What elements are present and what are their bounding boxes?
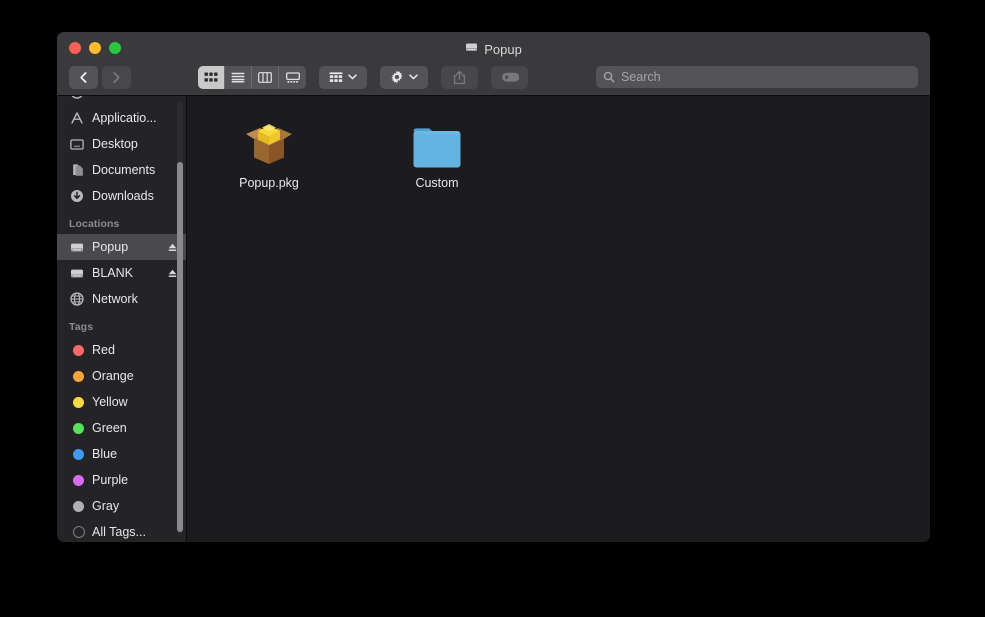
disk-icon	[69, 267, 85, 280]
sidebar-item-label: Desktop	[92, 137, 138, 151]
clock-icon	[69, 96, 85, 99]
gallery-view-button[interactable]	[279, 66, 306, 89]
sidebar-item-label: All Tags...	[92, 525, 146, 539]
chevron-down-icon	[348, 74, 357, 80]
search-field[interactable]: Search	[596, 66, 918, 88]
sidebar-tag-all-tags[interactable]: All Tags...	[57, 519, 186, 542]
sidebar-tag-gray[interactable]: Gray	[57, 493, 186, 519]
desktop-icon	[69, 138, 85, 151]
column-view-button[interactable]	[252, 65, 279, 89]
sidebar-scroll-content: Recents Applicatio...	[57, 96, 186, 542]
sidebar-item-label: Orange	[92, 369, 134, 383]
folder-icon	[411, 114, 463, 168]
view-mode-segmented-control	[198, 65, 306, 89]
gear-icon	[391, 70, 403, 84]
sidebar-item-recents[interactable]: Recents	[57, 96, 186, 105]
file-grid[interactable]: Popup.pkg Custom	[187, 96, 930, 542]
tag-dot-icon	[69, 500, 85, 512]
sidebar-item-downloads[interactable]: Downloads	[57, 183, 186, 209]
tag-dot-icon	[69, 474, 85, 486]
sidebar-tag-purple[interactable]: Purple	[57, 467, 186, 493]
tag-dot-icon	[69, 396, 85, 408]
sidebar-tag-orange[interactable]: Orange	[57, 363, 186, 389]
disk-drive-icon	[465, 41, 478, 57]
file-item-custom[interactable]: Custom	[381, 110, 493, 190]
sidebar-tag-red[interactable]: Red	[57, 337, 186, 363]
sidebar-item-label: Purple	[92, 473, 129, 487]
minimize-button[interactable]	[89, 42, 101, 54]
file-item-popup-pkg[interactable]: Popup.pkg	[213, 110, 325, 190]
grid-group-icon	[329, 71, 343, 82]
documents-icon	[69, 163, 85, 177]
sidebar-tag-blue[interactable]: Blue	[57, 441, 186, 467]
sidebar-item-label: Gray	[92, 499, 120, 513]
titlebar: Popup Search	[57, 32, 930, 96]
tag-dot-icon	[69, 422, 85, 434]
sidebar-item-label: Recents	[92, 96, 178, 99]
search-icon	[603, 71, 615, 83]
sidebar-tag-green[interactable]: Green	[57, 415, 186, 441]
search-input[interactable]: Search	[621, 70, 661, 84]
tag-icon	[501, 72, 519, 82]
sidebar-item-label: Red	[92, 343, 115, 357]
sidebar-item-blank[interactable]: BLANK	[57, 260, 186, 286]
sidebar-item-label: BLANK	[92, 266, 133, 280]
sidebar-item-desktop[interactable]: Desktop	[57, 131, 186, 157]
icon-view-button[interactable]	[198, 65, 225, 89]
sidebar-item-applications[interactable]: Applicatio...	[57, 105, 186, 131]
maximize-button[interactable]	[109, 42, 121, 54]
toolbar: Search	[57, 58, 930, 96]
sidebar-section-locations: Locations	[69, 218, 120, 230]
sidebar-item-documents[interactable]: Documents	[57, 157, 186, 183]
disk-icon	[69, 241, 85, 254]
sidebar: Recents Applicatio...	[57, 96, 187, 542]
sidebar-item-label: Downloads	[92, 189, 154, 203]
sidebar-tag-yellow[interactable]: Yellow	[57, 389, 186, 415]
forward-button[interactable]	[102, 65, 131, 89]
sidebar-item-label: Blue	[92, 447, 118, 461]
sidebar-item-label: Yellow	[92, 395, 128, 409]
file-label: Popup.pkg	[239, 176, 299, 190]
sidebar-item-label: Documents	[92, 163, 156, 177]
traffic-lights	[69, 42, 121, 54]
globe-icon	[69, 292, 85, 306]
group-by-button[interactable]	[319, 65, 367, 89]
tag-dot-icon	[69, 448, 85, 460]
sidebar-item-label: Applicatio...	[92, 111, 157, 125]
window-title: Popup	[57, 41, 930, 57]
sidebar-scrollbar[interactable]	[177, 102, 183, 534]
tag-dot-icon	[69, 526, 85, 538]
back-button[interactable]	[69, 65, 98, 89]
tag-dot-icon	[69, 344, 85, 356]
action-button[interactable]	[380, 65, 428, 89]
chevron-down-icon	[409, 74, 418, 80]
share-button[interactable]	[441, 65, 478, 89]
tag-button[interactable]	[491, 65, 528, 89]
close-button[interactable]	[69, 42, 81, 54]
sidebar-section-tags: Tags	[69, 321, 94, 333]
share-icon	[453, 70, 466, 84]
window-body: Recents Applicatio...	[57, 96, 930, 542]
sidebar-item-label: Green	[92, 421, 127, 435]
sidebar-item-label: Popup	[92, 240, 129, 254]
applications-icon	[69, 111, 85, 125]
window-title-text: Popup	[484, 41, 522, 57]
sidebar-item-label: Network	[92, 292, 138, 306]
package-icon	[243, 114, 295, 168]
downloads-icon	[69, 189, 85, 203]
finder-window: Popup Search Applicatio... Desktop Docum…	[57, 32, 930, 542]
sidebar-item-popup[interactable]: Popup	[57, 234, 186, 260]
file-label: Custom	[415, 176, 459, 190]
navigation-buttons	[69, 65, 131, 89]
list-view-button[interactable]	[225, 65, 252, 89]
sidebar-scrollbar-thumb[interactable]	[177, 162, 183, 532]
sidebar-item-network[interactable]: Network	[57, 286, 186, 312]
tag-dot-icon	[69, 370, 85, 382]
